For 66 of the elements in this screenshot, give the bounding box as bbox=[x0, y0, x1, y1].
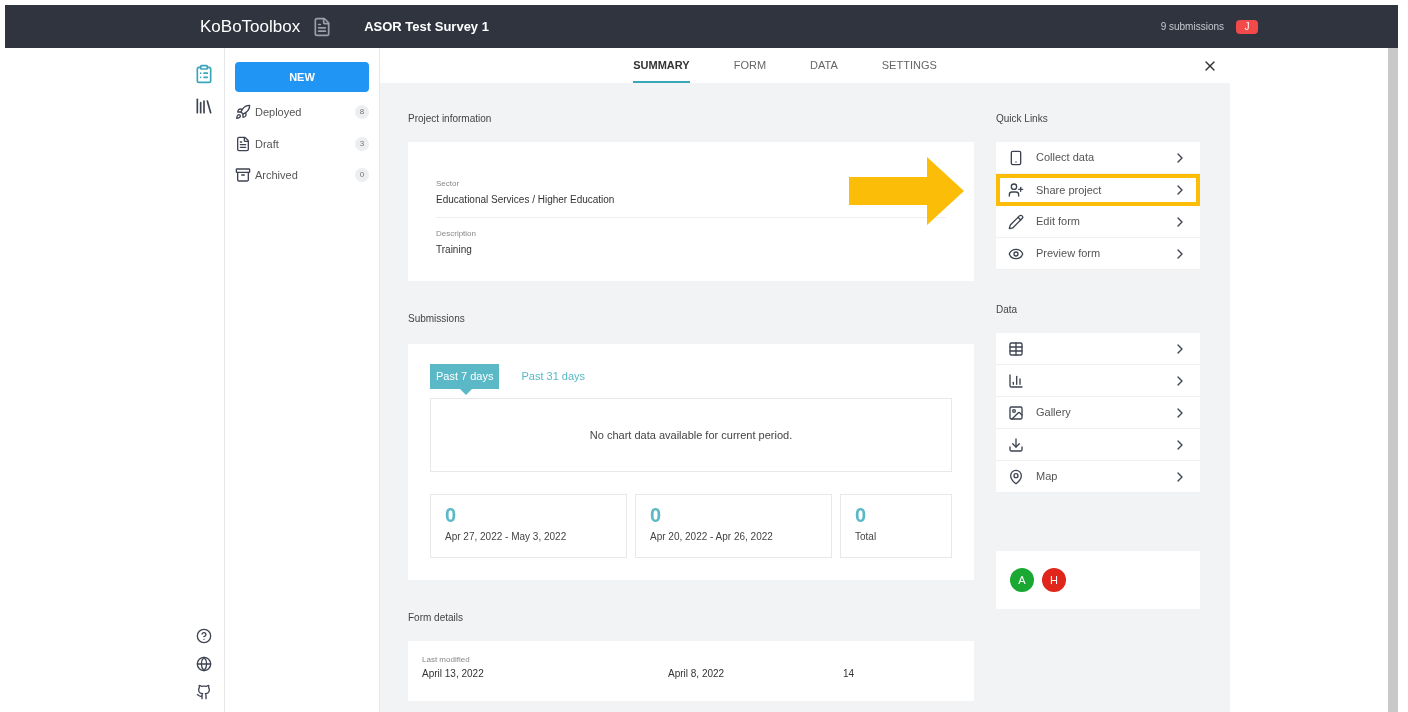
link-label: Share project bbox=[1036, 182, 1102, 198]
stat-label: Apr 27, 2022 - May 3, 2022 bbox=[445, 530, 568, 544]
section-title: Quick Links bbox=[996, 112, 1049, 126]
detail-value: 14 bbox=[843, 667, 855, 681]
downloads-icon bbox=[1008, 436, 1024, 453]
link-label: Map bbox=[1036, 469, 1058, 485]
field-value: Educational Services / Higher Education bbox=[436, 193, 616, 207]
edit-icon bbox=[1008, 213, 1024, 230]
tab[interactable]: FORM bbox=[733, 56, 767, 83]
tab[interactable]: DATA bbox=[810, 56, 838, 83]
user-avatar[interactable]: J bbox=[1236, 19, 1258, 34]
share-icon bbox=[1008, 182, 1024, 198]
stat-label: Apr 20, 2022 - Apr 26, 2022 bbox=[650, 530, 774, 544]
link-row[interactable]: Edit form bbox=[996, 206, 1200, 238]
empty-chart-message: No chart data available for current period. bbox=[589, 427, 793, 443]
detail-label: Last modified bbox=[422, 654, 471, 666]
link-label: Collect data bbox=[1036, 150, 1095, 166]
section-title: Submissions bbox=[408, 312, 466, 326]
arrow-icon bbox=[849, 157, 964, 225]
field-label: Sector bbox=[436, 178, 461, 190]
stat-value: 0 bbox=[445, 505, 458, 525]
tab[interactable]: SETTINGS bbox=[881, 56, 937, 83]
gallery-icon bbox=[1008, 404, 1024, 421]
member-avatar: H bbox=[1042, 568, 1066, 592]
collect-icon bbox=[1008, 149, 1024, 166]
deployed-icon bbox=[235, 104, 251, 121]
section-title: Form details bbox=[408, 611, 464, 625]
link-label: Preview form bbox=[1036, 246, 1101, 262]
member-avatar: A bbox=[1010, 568, 1034, 592]
detail-value: April 13, 2022 bbox=[422, 667, 485, 681]
stat-value: 0 bbox=[650, 505, 663, 525]
pointer-icon bbox=[460, 389, 472, 395]
draft-icon bbox=[235, 135, 251, 152]
field-value: Training bbox=[436, 243, 473, 257]
section-title: Project information bbox=[408, 112, 493, 126]
link-row[interactable] bbox=[996, 333, 1200, 365]
sidebar-item[interactable]: Archived bbox=[255, 167, 298, 184]
link-row[interactable]: Collect data bbox=[996, 142, 1200, 174]
detail-value: April 8, 2022 bbox=[668, 667, 726, 681]
sidebar-item[interactable]: Draft bbox=[255, 135, 279, 152]
tab[interactable]: SUMMARY bbox=[633, 56, 690, 83]
document-icon bbox=[312, 16, 333, 37]
link-row[interactable]: Map bbox=[996, 461, 1200, 493]
link-row[interactable]: Preview form bbox=[996, 238, 1200, 270]
sidebar-item[interactable]: Deployed bbox=[255, 104, 302, 121]
item-count: 8 bbox=[355, 105, 369, 120]
stat-label: Total bbox=[855, 530, 878, 544]
field-label: Description bbox=[436, 228, 477, 240]
link-row[interactable]: Gallery bbox=[996, 397, 1200, 429]
item-count: 3 bbox=[355, 136, 369, 151]
table-icon bbox=[1008, 340, 1024, 357]
submissions-count: 9 submissions bbox=[1160, 20, 1224, 34]
help-icon[interactable] bbox=[195, 628, 212, 644]
globe-icon[interactable] bbox=[195, 656, 212, 672]
logo[interactable]: KoBoToolbox bbox=[200, 13, 301, 40]
reports-icon bbox=[1008, 372, 1024, 389]
link-label: Edit form bbox=[1036, 214, 1080, 230]
github-icon[interactable] bbox=[195, 684, 212, 700]
stat-value: 0 bbox=[855, 505, 868, 525]
link-label: Gallery bbox=[1036, 405, 1071, 421]
item-count: 0 bbox=[355, 168, 369, 183]
project-title: ASOR Test Survey 1 bbox=[364, 17, 489, 36]
link-row[interactable]: Share project bbox=[996, 174, 1200, 206]
archived-icon bbox=[235, 167, 251, 184]
map-icon bbox=[1008, 468, 1024, 485]
section-title: Data bbox=[996, 303, 1019, 317]
